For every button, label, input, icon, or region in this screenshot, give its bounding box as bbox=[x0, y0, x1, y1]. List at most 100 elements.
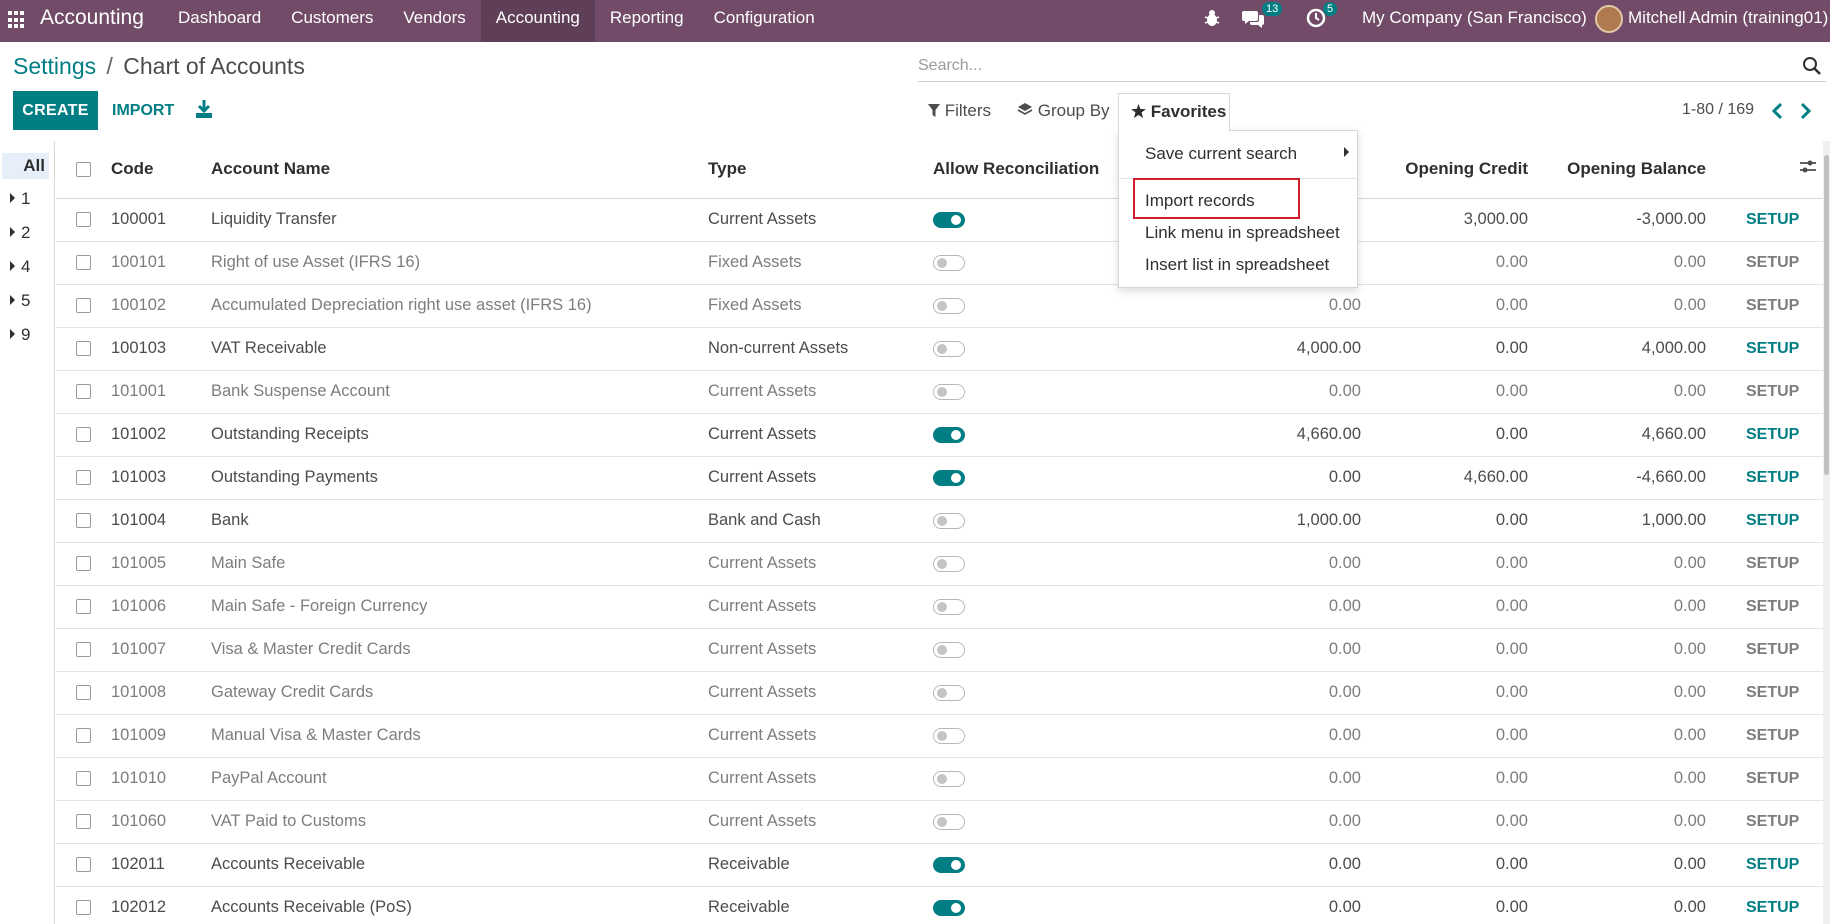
setup-button[interactable]: SETUP bbox=[1706, 585, 1823, 629]
menu-vendors[interactable]: Vendors bbox=[388, 0, 480, 42]
table-row[interactable]: 101060 VAT Paid to Customs Current Assets 0… bbox=[56, 800, 1823, 844]
favorites-button[interactable]: Favorites bbox=[1118, 93, 1230, 132]
menu-customers[interactable]: Customers bbox=[276, 0, 388, 42]
table-row[interactable]: 101008 Gateway Credit Cards Current Assets… bbox=[56, 671, 1823, 715]
table-row[interactable]: 100001 Liquidity Transfer Current Assets 3,… bbox=[56, 198, 1823, 242]
menu-reporting[interactable]: Reporting bbox=[595, 0, 699, 42]
pager-next-icon[interactable] bbox=[1798, 102, 1812, 120]
setup-button[interactable]: SETUP bbox=[1706, 284, 1823, 328]
reconcile-toggle[interactable] bbox=[933, 813, 965, 830]
reconcile-toggle[interactable] bbox=[933, 254, 965, 271]
setup-button[interactable]: SETUP bbox=[1706, 714, 1823, 758]
reconcile-toggle[interactable] bbox=[933, 211, 965, 228]
row-checkbox[interactable] bbox=[76, 599, 91, 615]
reconcile-toggle[interactable] bbox=[933, 899, 965, 916]
table-row[interactable]: 101010 PayPal Account Current Assets 0.00 0.… bbox=[56, 757, 1823, 801]
setup-button[interactable]: SETUP bbox=[1706, 542, 1823, 586]
link-menu-in-spreadsheet-item[interactable]: Link menu in spreadsheet bbox=[1145, 223, 1340, 243]
setup-button[interactable]: SETUP bbox=[1706, 499, 1823, 543]
table-row[interactable]: 101005 Main Safe Current Assets 0.00 0.00 0.0… bbox=[56, 542, 1823, 586]
setup-button[interactable]: SETUP bbox=[1706, 671, 1823, 715]
group-item[interactable]: 5 bbox=[10, 291, 30, 311]
column-opening-balance[interactable]: Opening Balance bbox=[1528, 141, 1706, 199]
setup-button[interactable]: SETUP bbox=[1706, 327, 1823, 371]
setup-button[interactable]: SETUP bbox=[1706, 843, 1823, 887]
column-account-name[interactable]: Account Name bbox=[211, 141, 708, 199]
setup-button[interactable]: SETUP bbox=[1706, 800, 1823, 844]
row-checkbox[interactable] bbox=[76, 255, 91, 271]
insert-list-in-spreadsheet-item[interactable]: Insert list in spreadsheet bbox=[1145, 255, 1329, 275]
user-menu[interactable]: Mitchell Admin (training01) bbox=[1628, 0, 1828, 42]
row-checkbox[interactable] bbox=[76, 470, 91, 486]
group-item[interactable]: 4 bbox=[10, 257, 30, 277]
table-row[interactable]: 101001 Bank Suspense Account Current Asset… bbox=[56, 370, 1823, 414]
column-type[interactable]: Type bbox=[708, 141, 933, 199]
search-icon[interactable] bbox=[1802, 56, 1822, 76]
reconcile-toggle[interactable] bbox=[933, 856, 965, 873]
pager-previous-icon[interactable] bbox=[1771, 102, 1785, 120]
reconcile-toggle[interactable] bbox=[933, 426, 965, 443]
reconcile-toggle[interactable] bbox=[933, 727, 965, 744]
reconcile-toggle[interactable] bbox=[933, 555, 965, 572]
row-checkbox[interactable] bbox=[76, 857, 91, 873]
chat-icon[interactable] bbox=[1242, 9, 1264, 29]
row-checkbox[interactable] bbox=[76, 771, 91, 787]
table-row[interactable]: 101006 Main Safe - Foreign Currency Curren… bbox=[56, 585, 1823, 629]
company-switcher[interactable]: My Company (San Francisco) bbox=[1362, 0, 1587, 42]
app-name[interactable]: Accounting bbox=[40, 6, 144, 30]
setup-button[interactable]: SETUP bbox=[1706, 413, 1823, 457]
row-checkbox[interactable] bbox=[76, 384, 91, 400]
table-row[interactable]: 101009 Manual Visa & Master Cards Current … bbox=[56, 714, 1823, 758]
scrollbar-thumb[interactable] bbox=[1824, 155, 1829, 475]
table-row[interactable]: 102012 Accounts Receivable (PoS) Receivabl… bbox=[56, 886, 1823, 924]
row-checkbox[interactable] bbox=[76, 556, 91, 572]
setup-button[interactable]: SETUP bbox=[1706, 198, 1823, 242]
table-row[interactable]: 100103 VAT Receivable Non-current Assets 4,… bbox=[56, 327, 1823, 371]
bug-icon[interactable] bbox=[1204, 9, 1220, 27]
column-code[interactable]: Code bbox=[111, 141, 211, 199]
group-item[interactable]: 2 bbox=[10, 223, 30, 243]
group-all[interactable]: All bbox=[2, 153, 49, 179]
row-checkbox[interactable] bbox=[76, 513, 91, 529]
row-checkbox[interactable] bbox=[76, 298, 91, 314]
column-allow-reconciliation[interactable]: Allow Reconciliation bbox=[933, 141, 1133, 199]
row-checkbox[interactable] bbox=[76, 642, 91, 658]
setup-button[interactable]: SETUP bbox=[1706, 886, 1823, 924]
reconcile-toggle[interactable] bbox=[933, 469, 965, 486]
setup-button[interactable]: SETUP bbox=[1706, 757, 1823, 801]
create-button[interactable]: CREATE bbox=[13, 91, 98, 130]
menu-accounting[interactable]: Accounting bbox=[480, 0, 595, 42]
optional-columns-icon[interactable] bbox=[1799, 160, 1817, 174]
row-checkbox[interactable] bbox=[76, 427, 91, 443]
select-all-checkbox[interactable] bbox=[76, 162, 91, 178]
reconcile-toggle[interactable] bbox=[933, 641, 965, 658]
row-checkbox[interactable] bbox=[76, 900, 91, 916]
setup-button[interactable]: SETUP bbox=[1706, 456, 1823, 500]
table-row[interactable]: 101003 Outstanding Payments Current Assets… bbox=[56, 456, 1823, 500]
reconcile-toggle[interactable] bbox=[933, 383, 965, 400]
import-button[interactable]: IMPORT bbox=[110, 91, 176, 130]
table-row[interactable]: 101002 Outstanding Receipts Current Assets… bbox=[56, 413, 1823, 457]
row-checkbox[interactable] bbox=[76, 212, 91, 228]
menu-dashboard[interactable]: Dashboard bbox=[163, 0, 276, 42]
groupby-button[interactable]: Group By bbox=[1017, 96, 1110, 126]
table-row[interactable]: 101004 Bank Bank and Cash 1,000.00 0.00 1,000… bbox=[56, 499, 1823, 543]
setup-button[interactable]: SETUP bbox=[1706, 241, 1823, 285]
user-avatar[interactable] bbox=[1595, 5, 1623, 33]
reconcile-toggle[interactable] bbox=[933, 512, 965, 529]
table-row[interactable]: 102011 Accounts Receivable Receivable 0.00 0… bbox=[56, 843, 1823, 887]
search-input[interactable] bbox=[918, 52, 1778, 80]
save-current-search-item[interactable]: Save current search bbox=[1145, 144, 1297, 164]
group-item[interactable]: 9 bbox=[10, 325, 30, 345]
setup-button[interactable]: SETUP bbox=[1706, 628, 1823, 672]
breadcrumb-settings[interactable]: Settings bbox=[13, 53, 96, 79]
reconcile-toggle[interactable] bbox=[933, 340, 965, 357]
setup-button[interactable]: SETUP bbox=[1706, 370, 1823, 414]
pager-value[interactable]: 1-80 / 169 bbox=[1682, 101, 1754, 119]
reconcile-toggle[interactable] bbox=[933, 770, 965, 787]
table-row[interactable]: 100102 Accumulated Depreciation right use… bbox=[56, 284, 1823, 328]
group-item[interactable]: 1 bbox=[10, 189, 30, 209]
reconcile-toggle[interactable] bbox=[933, 598, 965, 615]
apps-menu-icon[interactable] bbox=[8, 11, 26, 29]
row-checkbox[interactable] bbox=[76, 341, 91, 357]
